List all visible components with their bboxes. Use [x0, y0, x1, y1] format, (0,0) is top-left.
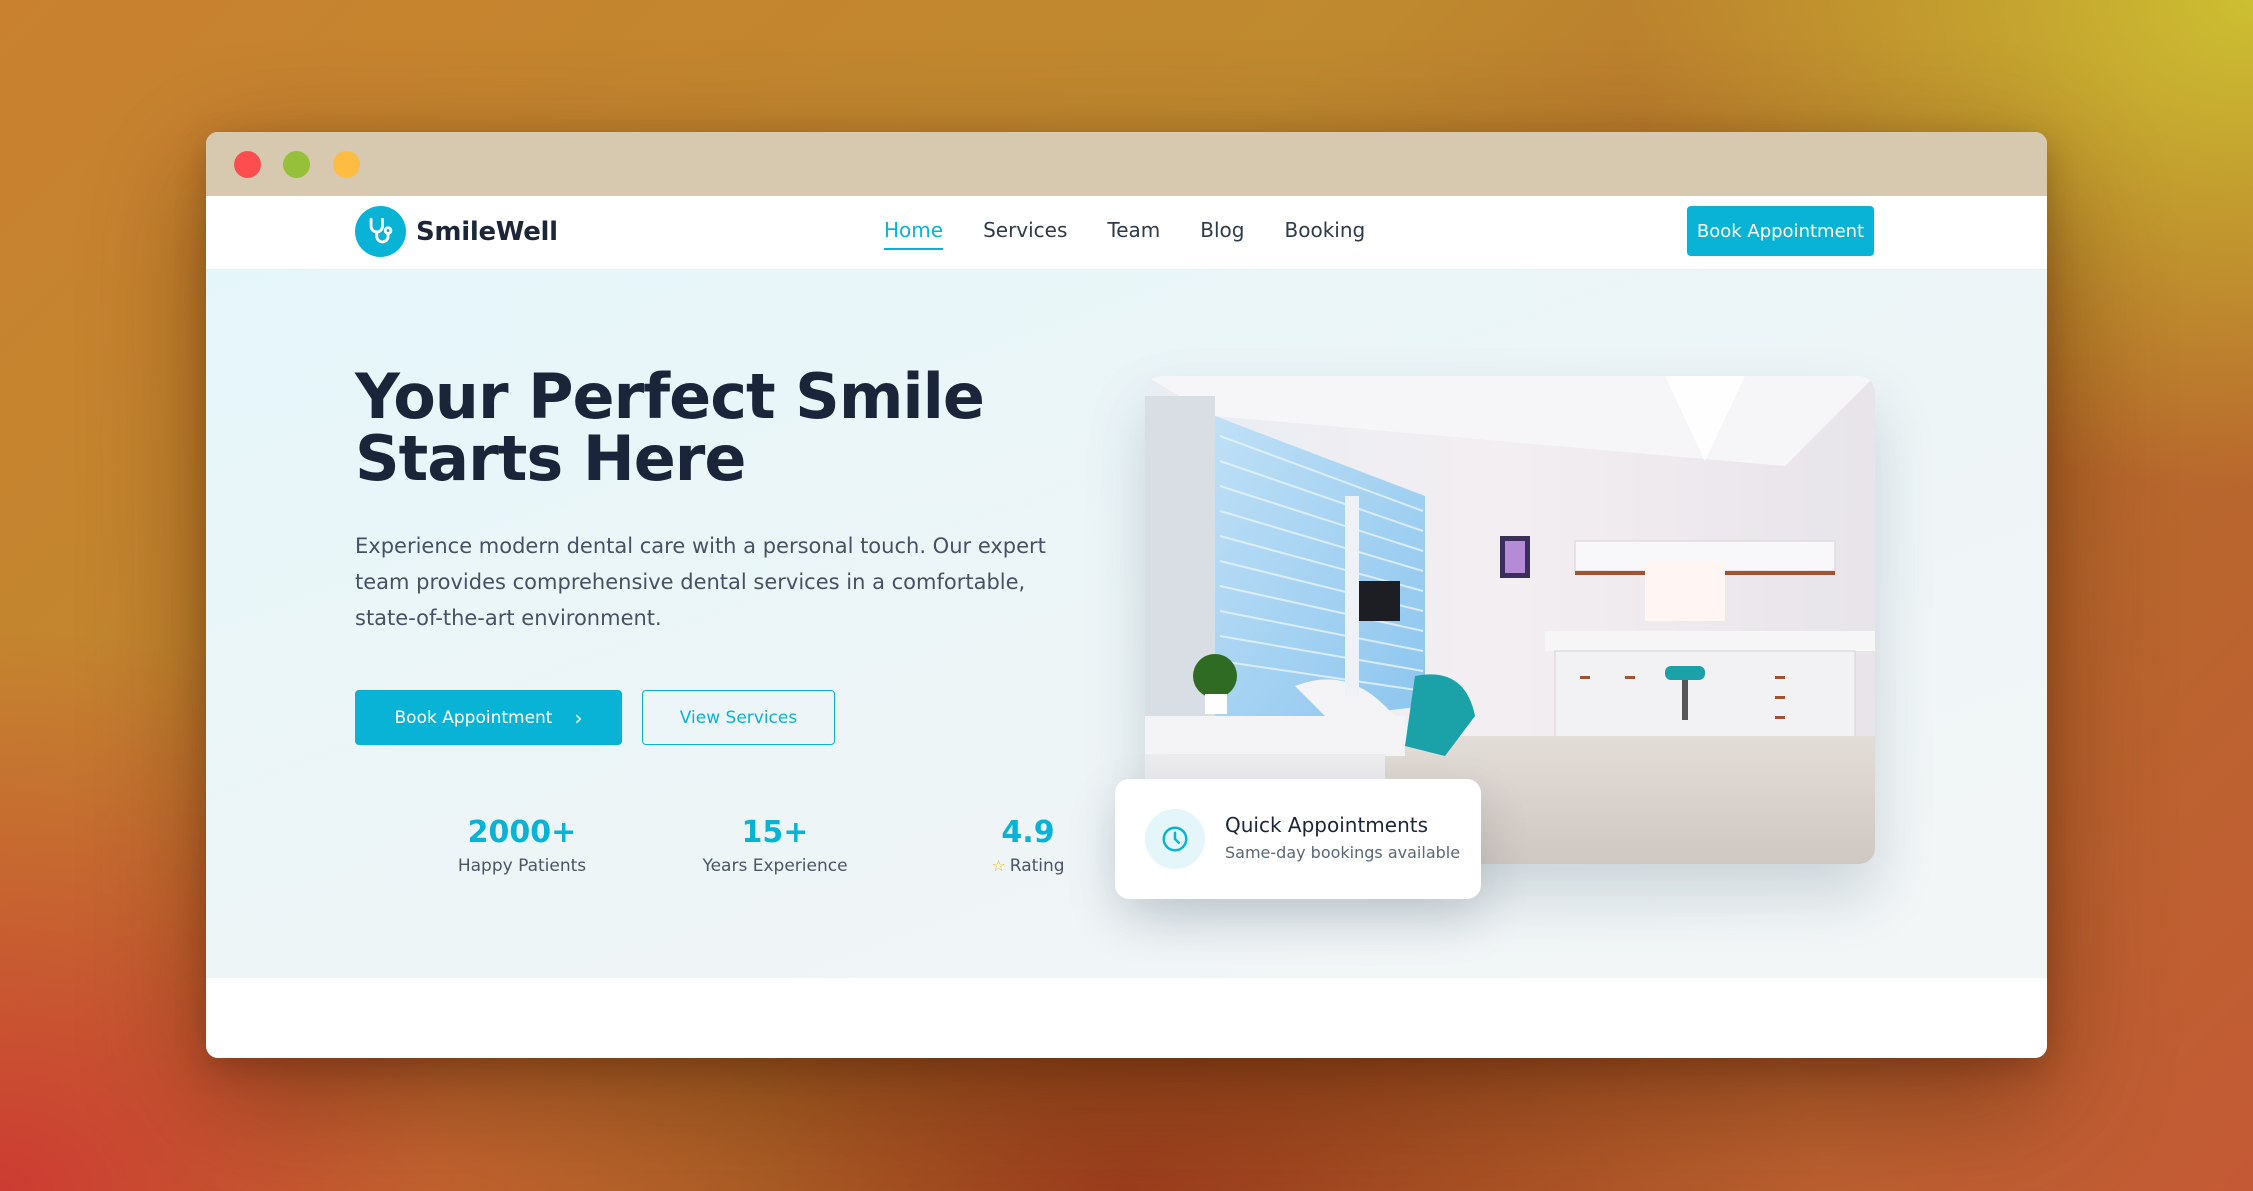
- stat-value: 15+: [741, 815, 809, 850]
- stat-years-experience: 15+ Years Experience: [675, 815, 875, 876]
- stat-label: ☆ Rating: [928, 856, 1128, 876]
- chevron-right-icon: ›: [574, 705, 583, 730]
- stat-label: Years Experience: [702, 856, 848, 876]
- star-icon: ☆: [991, 856, 1006, 875]
- quick-card-title: Quick Appointments: [1225, 813, 1429, 837]
- clock-icon: [1145, 809, 1205, 869]
- nav-item-blog[interactable]: Blog: [1200, 218, 1244, 250]
- nav-item-home[interactable]: Home: [884, 218, 944, 250]
- stat-value: 4.9: [1001, 815, 1055, 850]
- close-window-button[interactable]: [234, 151, 261, 178]
- stat-happy-patients: 2000+ Happy Patients: [422, 815, 622, 876]
- nav-item-booking[interactable]: Booking: [1285, 218, 1366, 250]
- brand-logo[interactable]: SmileWell: [355, 206, 558, 257]
- nav-item-team[interactable]: Team: [1107, 218, 1160, 250]
- window-titlebar: [206, 132, 2047, 196]
- nav-book-appointment-button[interactable]: Book Appointment: [1687, 206, 1874, 256]
- minimize-window-button[interactable]: [333, 151, 360, 178]
- stat-rating: 4.9 ☆ Rating: [928, 815, 1128, 876]
- book-appointment-button[interactable]: Book Appointment ›: [355, 690, 622, 745]
- quick-card-subtitle: Same-day bookings available: [1225, 843, 1461, 862]
- site-navbar: SmileWell Home Services Team Blog Bookin…: [206, 196, 2047, 270]
- stat-label: Happy Patients: [457, 856, 587, 876]
- quick-appointments-card[interactable]: Quick Appointments Same-day bookings ava…: [1115, 779, 1481, 899]
- stethoscope-icon: [355, 206, 406, 257]
- nav-item-services[interactable]: Services: [983, 218, 1067, 250]
- stat-label-text: Rating: [1009, 856, 1065, 876]
- hero-description: Experience modern dental care with a per…: [355, 534, 1046, 630]
- brand-name: SmileWell: [416, 216, 558, 247]
- maximize-window-button[interactable]: [283, 151, 310, 178]
- hero-title: Your Perfect Smile Starts Here: [355, 360, 985, 495]
- view-services-button[interactable]: View Services: [642, 690, 835, 745]
- stat-value: 2000+: [467, 815, 577, 850]
- book-appointment-label: Book Appointment: [394, 707, 553, 728]
- main-nav: Home Services Team Blog Booking: [884, 218, 1405, 250]
- browser-window: SmileWell Home Services Team Blog Bookin…: [206, 132, 2047, 1058]
